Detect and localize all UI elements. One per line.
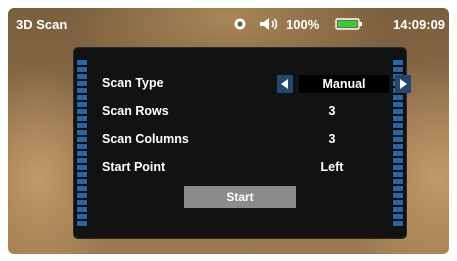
scan-settings-panel: Scan Type Manual Scan Rows 3 Scan Column…: [74, 48, 411, 238]
scan-type-row: Scan Type Manual: [102, 75, 411, 93]
arrow-left-icon: [281, 79, 288, 89]
scan-rows-value: 3: [328, 104, 336, 118]
start-point-row[interactable]: Start Point Left: [102, 159, 372, 177]
screen-title: 3D Scan: [16, 17, 68, 32]
scan-columns-row[interactable]: Scan Columns 3: [102, 131, 372, 149]
camera-icon: [232, 16, 248, 32]
scan-type-prev-button[interactable]: [277, 75, 293, 93]
scan-type-selector[interactable]: Manual: [277, 75, 411, 93]
scan-rows-label: Scan Rows: [102, 104, 169, 118]
speaker-icon: [258, 16, 280, 32]
battery-percentage: 100%: [286, 16, 320, 32]
scan-columns-label: Scan Columns: [102, 132, 189, 146]
scan-type-label: Scan Type: [102, 76, 164, 90]
start-button[interactable]: Start: [184, 186, 296, 208]
start-point-value: Left: [320, 160, 344, 174]
battery-icon: [335, 16, 365, 32]
device-screen: 3D Scan 100% 14:09:09 Scan Type Manual S…: [8, 8, 449, 254]
clock: 14:09:09: [393, 16, 446, 32]
scan-columns-value: 3: [328, 132, 336, 146]
scan-rows-row[interactable]: Scan Rows 3: [102, 103, 372, 121]
arrow-right-icon: [400, 79, 407, 89]
left-level-bar: [76, 58, 88, 228]
start-point-label: Start Point: [102, 160, 166, 174]
scan-type-next-button[interactable]: [395, 75, 411, 93]
scan-type-value: Manual: [299, 75, 389, 93]
